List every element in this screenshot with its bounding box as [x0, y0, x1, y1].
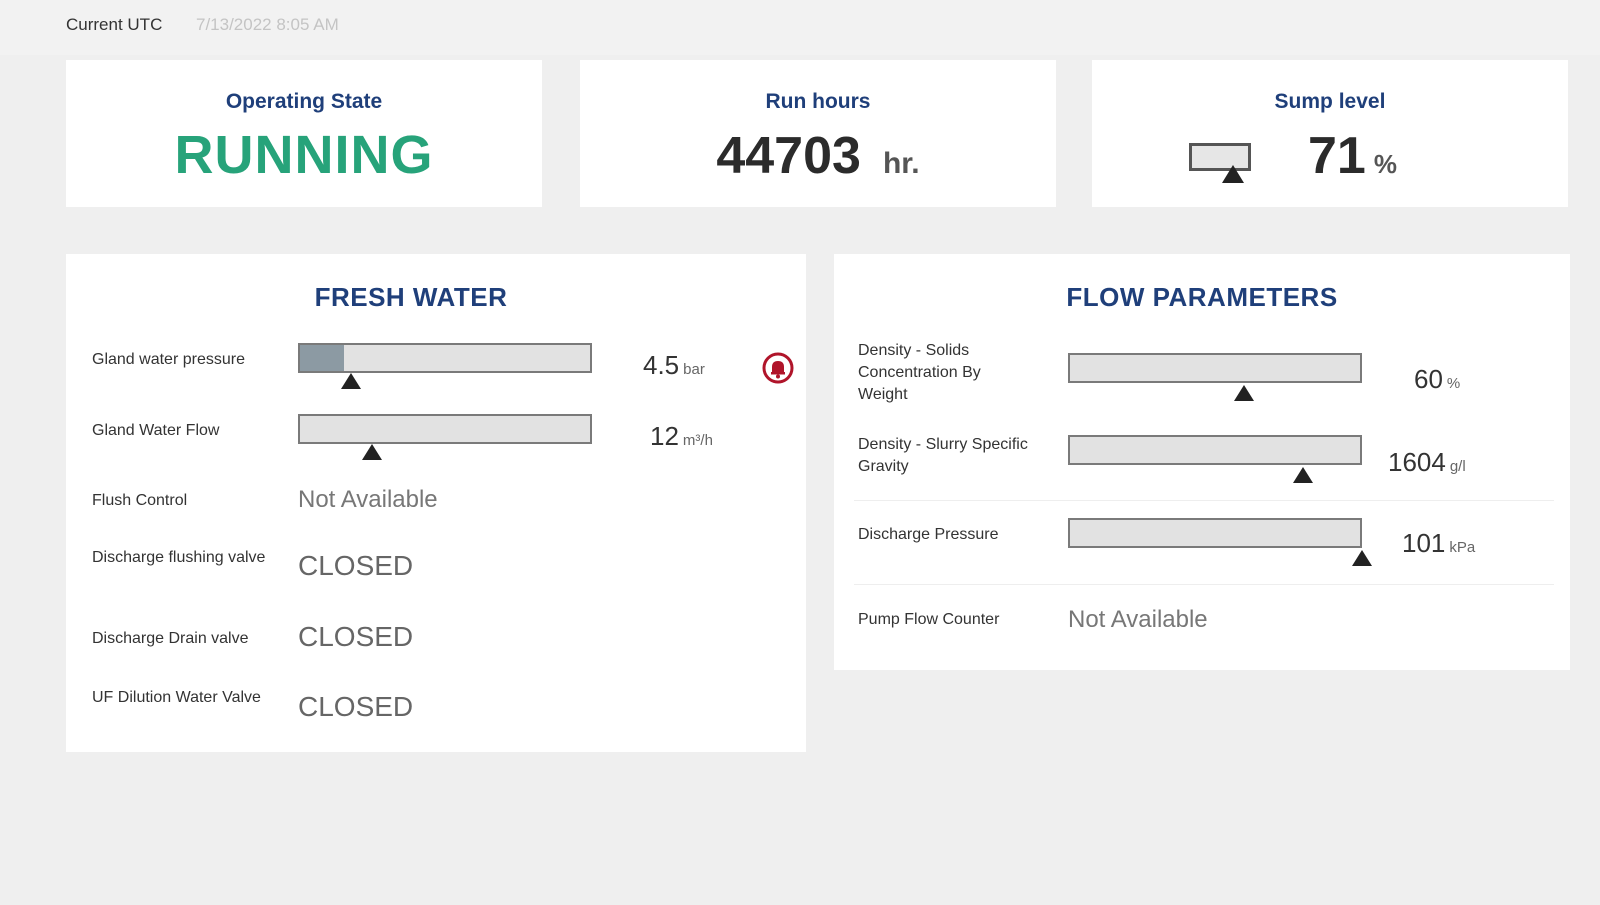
run-hours-card: Run hours 44703 hr. — [580, 60, 1056, 207]
discharge-flushing-valve-label: Discharge flushing valve — [92, 549, 266, 566]
sump-level-unit: % — [1373, 149, 1397, 179]
utc-label: Current UTC — [66, 15, 163, 34]
gland-water-pressure-unit: bar — [683, 361, 705, 378]
gland-water-pressure-fill — [300, 345, 344, 371]
gland-water-flow-unit: m³/h — [682, 432, 713, 449]
density-slurry-specific-gravity-unit: g/l — [1449, 458, 1466, 475]
gland-water-flow-bar — [298, 414, 592, 444]
alarm-bell-icon[interactable] — [762, 352, 794, 384]
operating-state-title: Operating State — [225, 90, 383, 113]
discharge-pressure-value: 101 — [1402, 528, 1446, 558]
gland-water-flow-pointer-icon — [361, 444, 382, 460]
operating-state-value: RUNNING — [174, 125, 434, 185]
top-bar: Current UTC 7/13/2022 8:05 AM — [0, 0, 1600, 55]
flush-control-value: Not Available — [298, 486, 438, 513]
discharge-pressure-bar — [1068, 518, 1362, 548]
density-solids-concentration-value: 60 — [1414, 364, 1443, 394]
discharge-pressure-label: Discharge Pressure — [858, 526, 999, 543]
run-hours-readout: 44703 hr. — [580, 126, 1056, 186]
pump-flow-counter-label: Pump Flow Counter — [858, 611, 1000, 628]
discharge-pressure-unit: kPa — [1449, 539, 1476, 556]
gland-water-pressure-readout: 4.5 bar — [643, 350, 705, 381]
sump-level-title: Sump level — [1274, 90, 1386, 113]
run-hours-value: 44703 — [716, 127, 861, 185]
density-solids-concentration-unit: % — [1446, 375, 1461, 392]
density-slurry-specific-gravity-bar — [1068, 435, 1362, 465]
density-solids-concentration-label: Density - Solids Concentration By Weight — [858, 342, 981, 403]
gland-water-pressure-pointer-icon — [340, 373, 361, 389]
utc-value: 7/13/2022 8:05 AM — [196, 15, 339, 34]
discharge-drain-valve-label: Discharge Drain valve — [92, 630, 249, 647]
row-divider — [854, 500, 1554, 501]
density-slurry-specific-gravity-label: Density - Slurry Specific Gravity — [858, 436, 1028, 475]
density-solids-concentration-bar — [1068, 353, 1362, 383]
gland-water-flow-readout: 12 m³/h — [650, 421, 713, 452]
row-divider — [854, 584, 1554, 585]
run-hours-title: Run hours — [765, 90, 871, 113]
discharge-pressure-pointer-icon — [1352, 550, 1372, 566]
sump-level-card: Sump level 71% — [1092, 60, 1568, 207]
density-solids-concentration-readout: 60% — [1414, 364, 1460, 395]
run-hours-unit: hr. — [882, 147, 920, 180]
discharge-flushing-valve-status: CLOSED — [298, 550, 414, 581]
sump-level-pointer-icon — [1222, 165, 1245, 183]
fresh-water-panel: FRESH WATER Gland water pressure 4.5 bar … — [66, 254, 806, 752]
sump-level-readout: 71% — [1308, 126, 1397, 186]
flow-parameters-panel: FLOW PARAMETERS Density - Solids Concent… — [834, 254, 1570, 670]
density-slurry-specific-gravity-value: 1604 — [1388, 447, 1446, 477]
gland-water-pressure-bar — [298, 343, 592, 373]
uf-dilution-water-valve-status: CLOSED — [298, 691, 414, 722]
flush-control-label: Flush Control — [92, 492, 188, 509]
gland-water-pressure-value: 4.5 — [643, 350, 680, 380]
discharge-pressure-readout: 101 kPa — [1402, 528, 1475, 559]
gland-water-flow-label: Gland Water Flow — [92, 422, 220, 439]
operating-state-card: Operating State RUNNING — [66, 60, 542, 207]
density-slurry-specific-gravity-readout: 1604 g/l — [1388, 447, 1466, 478]
sump-level-value: 71 — [1308, 127, 1366, 185]
discharge-drain-valve-status: CLOSED — [298, 621, 414, 652]
flow-parameters-title: FLOW PARAMETERS — [1066, 282, 1338, 312]
density-slurry-specific-gravity-pointer-icon — [1293, 467, 1314, 483]
uf-dilution-water-valve-label: UF Dilution Water Valve — [92, 689, 261, 706]
pump-flow-counter-value: Not Available — [1068, 606, 1208, 633]
gland-water-pressure-label: Gland water pressure — [92, 351, 245, 368]
gland-water-flow-value: 12 — [650, 421, 679, 451]
fresh-water-title: FRESH WATER — [314, 282, 508, 312]
density-solids-concentration-pointer-icon — [1234, 385, 1255, 401]
